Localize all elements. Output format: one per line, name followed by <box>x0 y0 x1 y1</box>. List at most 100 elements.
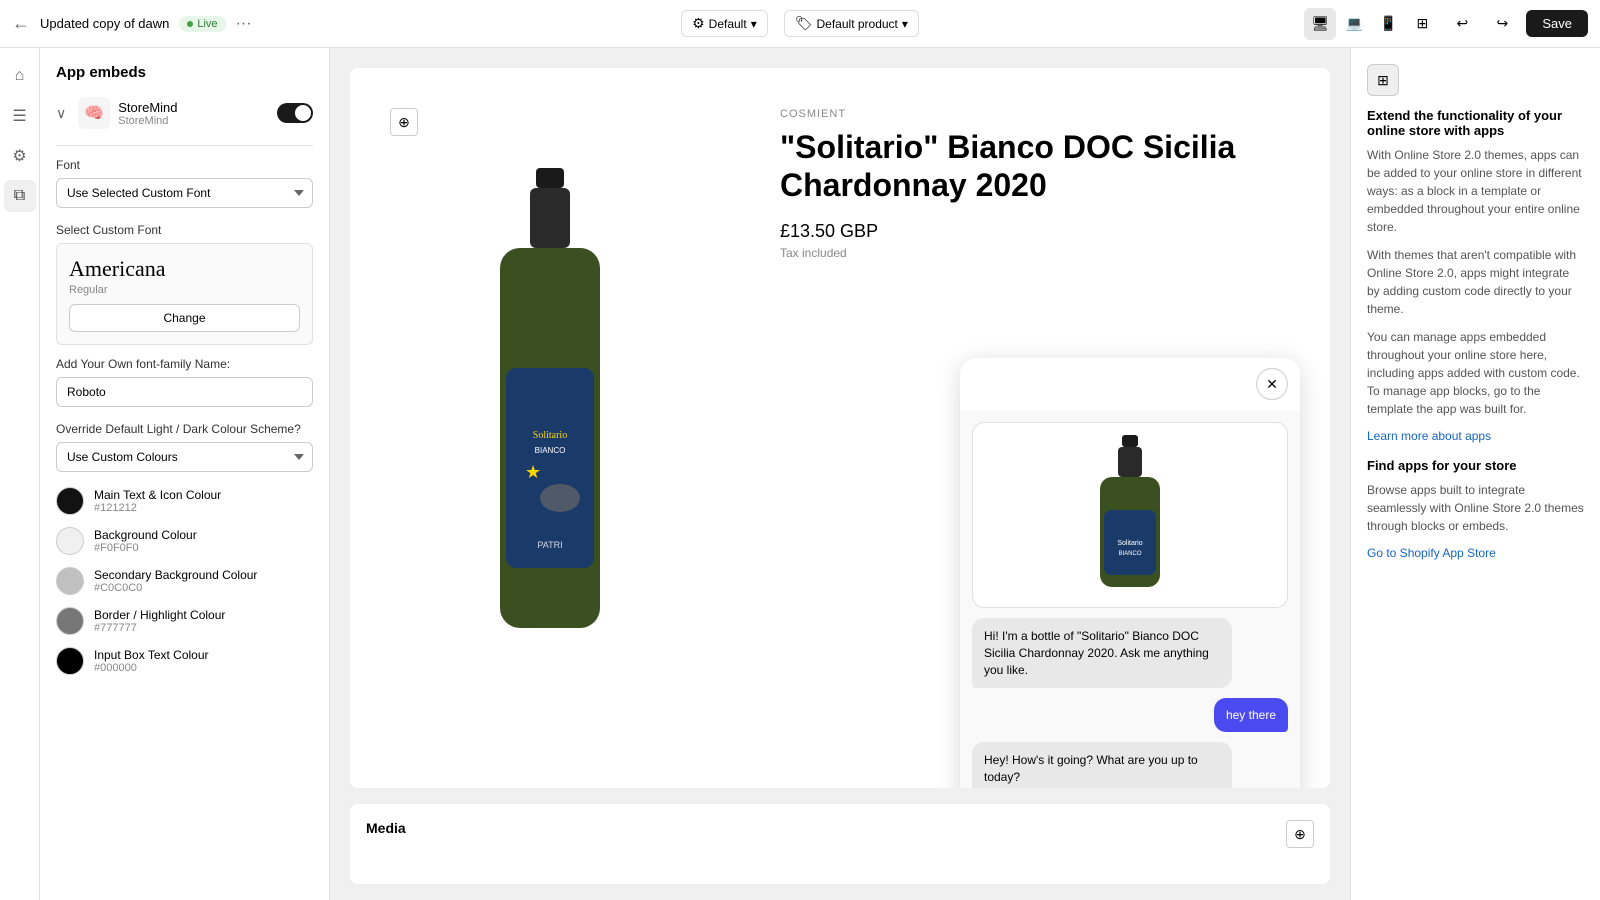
back-button[interactable]: ← <box>12 13 30 34</box>
zoom-button[interactable]: ⊕ <box>390 108 418 136</box>
redo-button[interactable]: ↪ <box>1486 8 1518 40</box>
shopify-app-store-link[interactable]: Go to Shopify App Store <box>1367 546 1496 560</box>
collapse-button[interactable]: ∨ <box>56 105 66 122</box>
right-panel-icons: ⊞ <box>1367 64 1584 96</box>
chat-close-button[interactable]: ✕ <box>1256 368 1288 400</box>
svg-text:BIANCO: BIANCO <box>1118 551 1141 557</box>
svg-text:Solitario: Solitario <box>533 430 567 441</box>
color-info: Background Colour #F0F0F0 <box>94 528 197 554</box>
topbar: ← Updated copy of dawn Live ··· ⚙ Defaul… <box>0 0 1600 48</box>
color-swatch[interactable] <box>56 607 84 635</box>
app-embeds-panel: App embeds ∨ 🧠 StoreMind StoreMind Font … <box>40 48 330 900</box>
color-hex: #121212 <box>94 502 221 514</box>
grid-icon-button[interactable]: ⊞ <box>1367 64 1399 96</box>
color-hex: #000000 <box>94 662 209 674</box>
right-panel-p4: Browse apps built to integrate seamlessl… <box>1367 481 1584 535</box>
nav-sections-icon[interactable]: ☰ <box>4 100 36 132</box>
color-row: Main Text & Icon Colour #121212 <box>56 487 313 515</box>
product-title: "Solitario" Bianco DOC Sicilia Chardonna… <box>780 128 1300 205</box>
color-swatch[interactable] <box>56 647 84 675</box>
color-swatch[interactable] <box>56 487 84 515</box>
default-product-dropdown[interactable]: 🏷 Default product ▾ <box>784 10 919 37</box>
chat-bot-msg2: Hey! How's it going? What are you up to … <box>972 742 1232 788</box>
svg-text:Solitario: Solitario <box>1117 540 1142 547</box>
color-name: Main Text & Icon Colour <box>94 488 221 502</box>
color-name: Input Box Text Colour <box>94 648 209 662</box>
nav-settings-icon[interactable]: ⚙ <box>4 140 36 172</box>
font-label: Font <box>56 158 313 172</box>
color-info: Input Box Text Colour #000000 <box>94 648 209 674</box>
more-button[interactable]: ··· <box>236 15 252 33</box>
font-preview-style: Regular <box>69 284 300 296</box>
app-icon: 🧠 <box>78 97 110 129</box>
canvas-inner: ⊕ Solitario BIANCO ★ <box>330 48 1350 900</box>
default-dropdown[interactable]: ⚙ Default ▾ <box>681 10 768 37</box>
live-dot <box>187 21 193 27</box>
product-brand: COSMIENT <box>780 108 1300 120</box>
learn-more-link[interactable]: Learn more about apps <box>1367 429 1491 443</box>
right-panel-p2: With themes that aren't compatible with … <box>1367 246 1584 318</box>
svg-text:PATRI: PATRI <box>537 540 562 550</box>
chat-body: Solitario BIANCO Hi! I'm a bottle of "So… <box>960 410 1300 788</box>
right-panel-title: Extend the functionality of your online … <box>1367 108 1584 138</box>
media-title: Media <box>366 820 406 836</box>
chat-widget: ✕ Solitario BIANCO <box>960 358 1300 788</box>
page-title: Updated copy of dawn <box>40 16 169 31</box>
product-info-area: COSMIENT "Solitario" Bianco DOC Sicilia … <box>750 68 1330 788</box>
app-info: StoreMind StoreMind <box>118 100 269 127</box>
media-section: Media ⊕ <box>350 804 1330 884</box>
divider <box>56 145 313 146</box>
color-name: Background Colour <box>94 528 197 542</box>
left-nav: ⌂ ☰ ⚙ ⧉ <box>0 48 40 900</box>
nav-home-icon[interactable]: ⌂ <box>4 60 36 92</box>
color-row: Background Colour #F0F0F0 <box>56 527 313 555</box>
right-panel-p1: With Online Store 2.0 themes, apps can b… <box>1367 146 1584 236</box>
change-font-button[interactable]: Change <box>69 304 300 332</box>
undo-button[interactable]: ↩ <box>1446 8 1478 40</box>
app-name: StoreMind <box>118 100 269 115</box>
product-preview: ⊕ Solitario BIANCO ★ <box>350 68 1330 788</box>
select-custom-font-label: Select Custom Font <box>56 223 313 237</box>
topbar-left: ← Updated copy of dawn Live ··· <box>12 13 669 34</box>
bottle-illustration: Solitario BIANCO ★ PATRI <box>460 168 640 668</box>
save-button[interactable]: Save <box>1526 10 1588 37</box>
color-hex: #C0C0C0 <box>94 582 257 594</box>
color-row: Input Box Text Colour #000000 <box>56 647 313 675</box>
topbar-center: ⚙ Default ▾ 🏷 Default product ▾ <box>681 10 919 37</box>
chat-product-card: Solitario BIANCO <box>972 422 1288 608</box>
app-toggle[interactable] <box>277 103 313 123</box>
desktop-icon[interactable]: 🖥 <box>1304 8 1336 40</box>
color-info: Border / Highlight Colour #777777 <box>94 608 225 634</box>
laptop-icon[interactable]: 💻 <box>1338 8 1370 40</box>
live-badge: Live <box>179 16 225 32</box>
tablet-icon[interactable]: ⊞ <box>1406 8 1438 40</box>
find-apps-title: Find apps for your store <box>1367 458 1584 473</box>
nav-apps-icon[interactable]: ⧉ <box>4 180 36 212</box>
storemind-app-item: ∨ 🧠 StoreMind StoreMind <box>56 97 313 129</box>
color-list: Main Text & Icon Colour #121212 Backgrou… <box>56 487 313 675</box>
color-name: Border / Highlight Colour <box>94 608 225 622</box>
right-panel-p3: You can manage apps embedded throughout … <box>1367 328 1584 418</box>
mobile-icon[interactable]: 📱 <box>1372 8 1404 40</box>
color-row: Border / Highlight Colour #777777 <box>56 607 313 635</box>
colour-scheme-select[interactable]: Use Custom Colours <box>56 442 313 472</box>
chat-bot-msg1: Hi! I'm a bottle of "Solitario" Bianco D… <box>972 618 1232 688</box>
add-font-label: Add Your Own font-family Name: <box>56 357 313 371</box>
product-image-area: ⊕ Solitario BIANCO ★ <box>350 68 750 788</box>
font-preview-box: Americana Regular Change <box>56 243 313 345</box>
svg-text:★: ★ <box>525 462 541 482</box>
product-price: £13.50 GBP <box>780 221 1300 242</box>
font-family-input[interactable] <box>56 377 313 407</box>
font-select[interactable]: Use Selected Custom Font <box>56 178 313 208</box>
color-hex: #F0F0F0 <box>94 542 197 554</box>
product-tax: Tax included <box>780 246 1300 260</box>
color-name: Secondary Background Colour <box>94 568 257 582</box>
color-swatch[interactable] <box>56 567 84 595</box>
font-preview-name: Americana <box>69 256 300 282</box>
media-zoom-button[interactable]: ⊕ <box>1286 820 1314 848</box>
panel-title: App embeds <box>56 64 313 81</box>
chat-user-msg: hey there <box>1214 698 1288 732</box>
topbar-right: 🖥 💻 📱 ⊞ ↩ ↪ Save <box>931 8 1588 40</box>
color-swatch[interactable] <box>56 527 84 555</box>
color-hex: #777777 <box>94 622 225 634</box>
